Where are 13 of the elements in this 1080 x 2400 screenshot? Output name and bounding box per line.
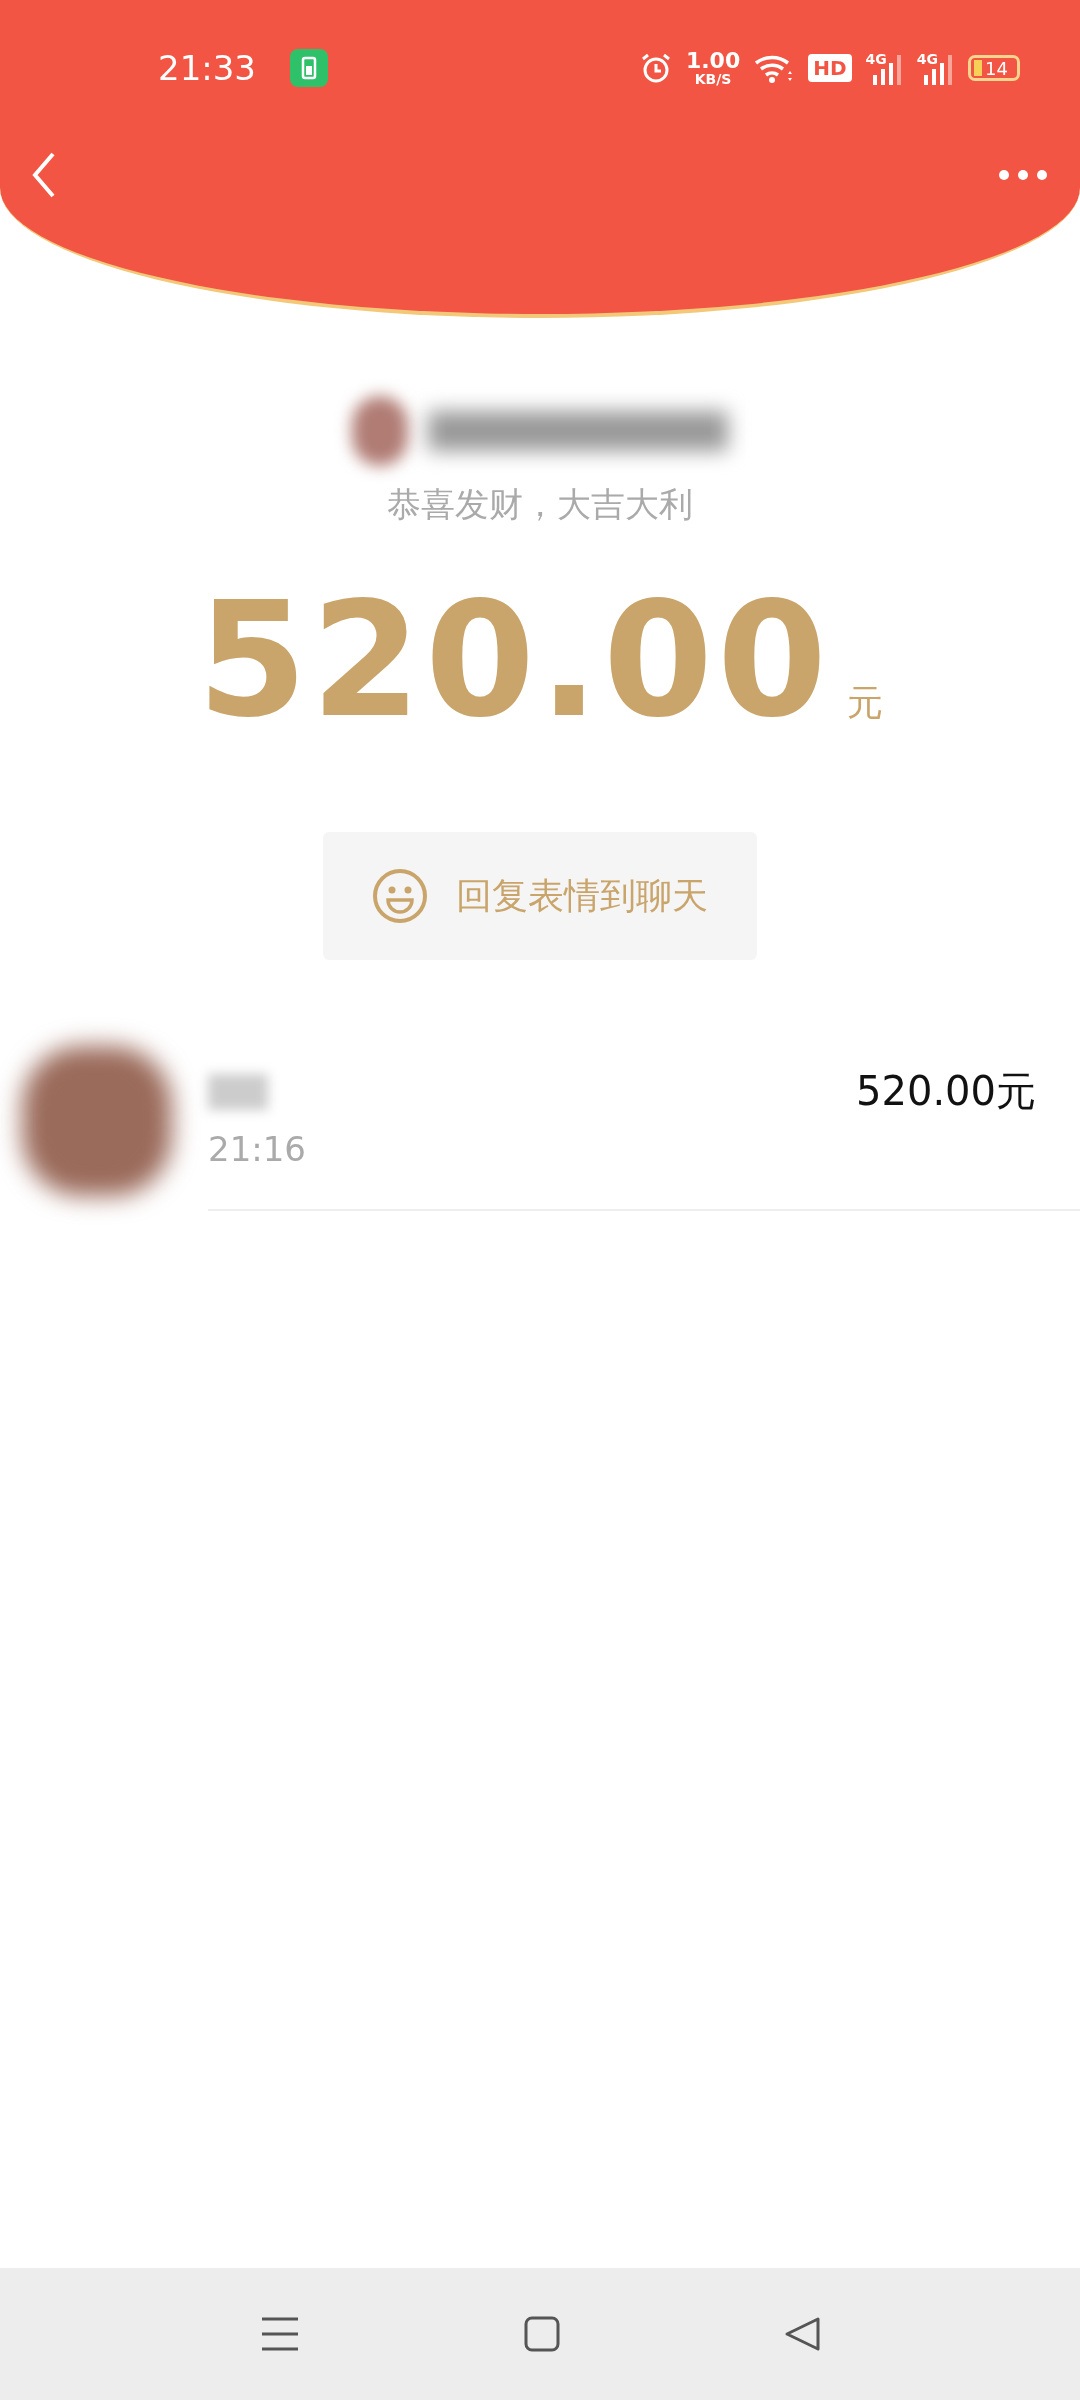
status-time: 21:33 — [158, 48, 256, 88]
reply-sticker-button[interactable]: 回复表情到聊天 — [323, 832, 757, 960]
received-amount: 520.00元 — [856, 1067, 1036, 1116]
network-type: 4G — [865, 51, 887, 67]
hd-badge: HD — [808, 54, 852, 82]
network-type: 4G — [916, 51, 938, 67]
amount-unit: 元 — [846, 681, 883, 725]
received-time: 21:16 — [208, 1129, 307, 1169]
battery-indicator: 14 — [968, 55, 1020, 81]
greeting-text: 恭喜发财，大吉大利 — [387, 483, 693, 526]
network-speed-unit: KB/S — [694, 72, 732, 86]
network-speed: 1.00 — [685, 50, 741, 72]
amount-value: 520.00 — [197, 568, 831, 752]
